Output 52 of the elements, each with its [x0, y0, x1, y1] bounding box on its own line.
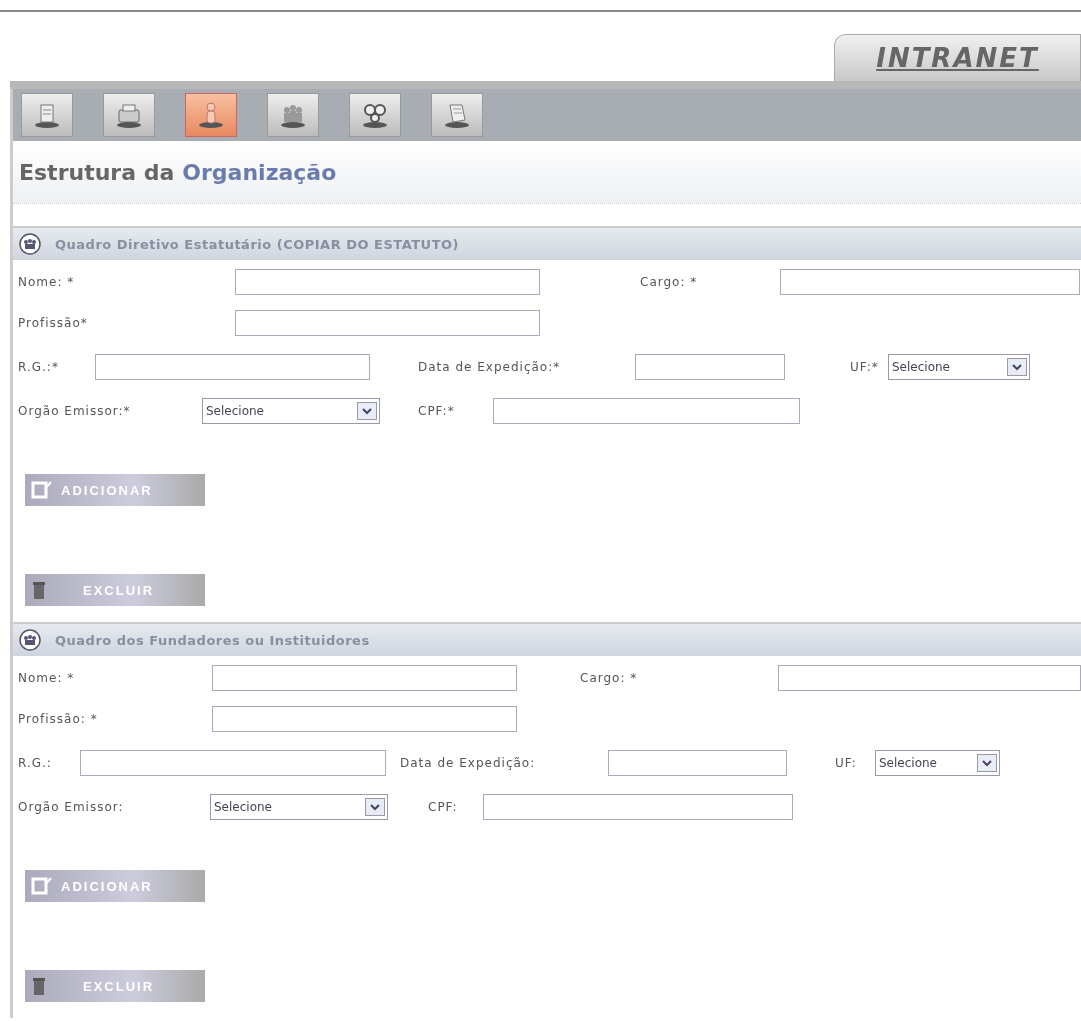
- text-field[interactable]: [635, 354, 785, 380]
- people-icon: [19, 233, 41, 255]
- text-field[interactable]: [608, 750, 787, 776]
- trash-icon: [31, 976, 47, 996]
- select-dropdown[interactable]: Selecione: [210, 794, 388, 820]
- toolbar-button[interactable]: [267, 93, 319, 137]
- field-label: Data de Expedição:: [400, 756, 537, 770]
- section-title: Quadro dos Fundadores ou Instituidores: [55, 632, 370, 648]
- field-label: CPF:: [428, 800, 459, 814]
- select-dropdown[interactable]: Selecione: [875, 750, 1000, 776]
- field-label: CPF:*: [418, 404, 456, 418]
- field-label: Profissão: *: [18, 712, 99, 726]
- text-field[interactable]: [80, 750, 386, 776]
- field-label: Orgão Emissor:: [18, 800, 125, 814]
- toolbar-button[interactable]: [103, 93, 155, 137]
- field-label: Cargo: *: [580, 671, 639, 685]
- text-field[interactable]: [780, 269, 1080, 295]
- field-label: Profissão*: [18, 316, 89, 330]
- toolbar-button[interactable]: [431, 93, 483, 137]
- field-label: Nome: *: [18, 671, 76, 685]
- edit-icon: [31, 480, 53, 500]
- edit-icon: [31, 876, 53, 896]
- text-field[interactable]: [212, 665, 517, 691]
- field-label: R.G.:: [18, 756, 53, 770]
- field-label: UF:: [835, 756, 858, 770]
- field-label: Orgão Emissor:*: [18, 404, 132, 418]
- caret-icon: [365, 798, 385, 816]
- section-title: Quadro Diretivo Estatutário (COPIAR DO ESTATUTO): [55, 236, 459, 252]
- caret-icon: [1007, 358, 1027, 376]
- intranet-tab[interactable]: INTRANET: [834, 34, 1081, 81]
- trash-icon: [31, 580, 47, 600]
- select-dropdown[interactable]: Selecione: [888, 354, 1030, 380]
- field-label: UF:*: [850, 360, 880, 374]
- text-field[interactable]: [483, 794, 793, 820]
- text-field[interactable]: [95, 354, 370, 380]
- person-icon: [196, 100, 226, 130]
- text-field[interactable]: [493, 398, 800, 424]
- toolbar-button[interactable]: [21, 93, 73, 137]
- caret-icon: [977, 754, 997, 772]
- text-field[interactable]: [235, 269, 540, 295]
- toolbar-button[interactable]: [185, 93, 237, 137]
- caret-icon: [357, 402, 377, 420]
- text-field[interactable]: [235, 310, 540, 336]
- field-label: R.G.:*: [18, 360, 60, 374]
- field-label: Nome: *: [18, 275, 76, 289]
- select-dropdown[interactable]: Selecione: [202, 398, 380, 424]
- people-icon: [19, 629, 41, 651]
- toolbar-button[interactable]: [349, 93, 401, 137]
- field-label: Data de Expedição:*: [418, 360, 562, 374]
- field-label: Cargo: *: [640, 275, 699, 289]
- text-field[interactable]: [212, 706, 517, 732]
- text-field[interactable]: [778, 665, 1081, 691]
